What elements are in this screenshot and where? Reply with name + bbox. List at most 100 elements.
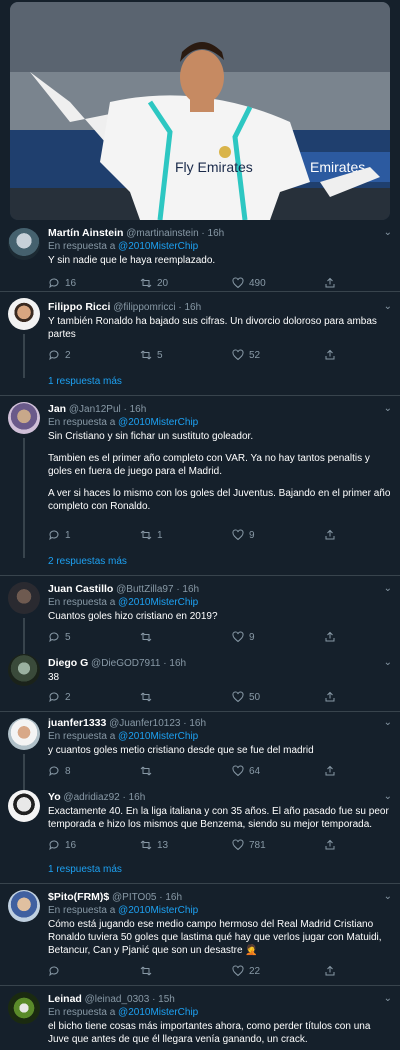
reply-button[interactable]: 1 — [48, 528, 71, 542]
share-button[interactable] — [324, 838, 336, 852]
mention-link[interactable]: @2010MisterChip — [118, 905, 198, 916]
author-handle[interactable]: @leinad_0303 — [85, 994, 150, 1005]
reply-button[interactable]: 2 — [48, 690, 71, 704]
retweet-button[interactable] — [140, 764, 157, 778]
like-button[interactable]: 9 — [232, 528, 255, 542]
retweet-button[interactable]: 20 — [140, 276, 168, 290]
tweet[interactable]: Yo @adridiaz92 · 16h ⌄ Exactamente 40. E… — [0, 786, 400, 884]
author-handle[interactable]: @Juanfer10123 — [109, 718, 180, 729]
chevron-down-icon[interactable]: ⌄ — [384, 992, 392, 1006]
like-button[interactable]: 781 — [232, 838, 266, 852]
timestamp[interactable]: · 16h — [201, 228, 224, 239]
share-button[interactable] — [324, 528, 336, 542]
author-handle[interactable]: @DieGOD7911 — [91, 658, 160, 669]
like-button[interactable]: 52 — [232, 348, 260, 362]
mention-link[interactable]: @2010MisterChip — [118, 241, 198, 252]
reply-button[interactable]: 5 — [48, 630, 71, 644]
author-name[interactable]: Diego G — [48, 657, 88, 669]
chevron-down-icon[interactable]: ⌄ — [384, 790, 392, 804]
timestamp[interactable]: · 16h — [159, 892, 182, 903]
retweet-button[interactable] — [140, 630, 157, 644]
show-more-replies-link[interactable]: 1 respuesta más — [48, 376, 122, 387]
share-button[interactable] — [324, 630, 336, 644]
share-button[interactable] — [324, 690, 336, 704]
author-name[interactable]: Martín Ainstein — [48, 227, 123, 239]
tweet[interactable]: Diego G @DieGOD7911 · 16h ⌄ 38 2 50 — [0, 650, 400, 712]
retweet-button[interactable]: 1 — [140, 528, 163, 542]
timestamp[interactable]: · 16h — [163, 658, 186, 669]
avatar[interactable] — [8, 890, 40, 922]
mention-link[interactable]: @2010MisterChip — [118, 417, 198, 428]
like-button[interactable]: 22 — [232, 964, 260, 978]
like-button[interactable]: 9 — [232, 630, 255, 644]
avatar[interactable] — [8, 298, 40, 330]
tweet-photo[interactable]: Emirates Fly Emirates — [10, 2, 390, 220]
author-handle[interactable]: @martinainstein — [126, 228, 198, 239]
retweet-button[interactable] — [140, 690, 157, 704]
reply-button[interactable]: 16 — [48, 276, 76, 290]
author-name[interactable]: Juan Castillo — [48, 583, 113, 595]
tweet-paragraph: Sin Cristiano y sin fichar un sustituto … — [48, 431, 254, 442]
heart-icon — [232, 691, 244, 703]
show-more-replies-link[interactable]: 2 respuestas más — [48, 556, 127, 567]
author-name[interactable]: Jan — [48, 403, 66, 415]
author-name[interactable]: Filippo Ricci — [48, 301, 110, 313]
chevron-down-icon[interactable]: ⌄ — [384, 226, 392, 240]
share-button[interactable] — [324, 348, 336, 362]
avatar[interactable] — [8, 582, 40, 614]
author-handle[interactable]: @Jan12Pul — [69, 404, 121, 415]
reply-button[interactable]: 16 — [48, 838, 76, 852]
reply-button[interactable]: 8 — [48, 764, 71, 778]
timestamp[interactable]: · 15h — [152, 994, 175, 1005]
chevron-down-icon[interactable]: ⌄ — [384, 582, 392, 596]
timestamp[interactable]: · 16h — [183, 718, 206, 729]
tweet[interactable]: Jan @Jan12Pul · 16h ⌄ En respuesta a @20… — [0, 396, 400, 576]
author-handle[interactable]: @ButtZilla97 — [116, 584, 173, 595]
like-button[interactable]: 50 — [232, 690, 260, 704]
tweet[interactable]: Filippo Ricci @filippomricci · 16h ⌄ Y t… — [0, 292, 400, 396]
tweet[interactable]: $Pito(FRM)$ @PITO05 · 16h ⌄ En respuesta… — [0, 884, 400, 986]
author-name[interactable]: Yo — [48, 791, 61, 803]
like-button[interactable]: 64 — [232, 764, 260, 778]
author-name[interactable]: juanfer1333 — [48, 717, 106, 729]
reply-button[interactable] — [48, 964, 65, 978]
mention-link[interactable]: @2010MisterChip — [118, 1007, 198, 1018]
like-count: 52 — [249, 349, 261, 361]
retweet-button[interactable]: 13 — [140, 838, 168, 852]
timestamp[interactable]: · 16h — [178, 302, 201, 313]
timestamp[interactable]: · 16h — [176, 584, 199, 595]
chevron-down-icon[interactable]: ⌄ — [384, 300, 392, 314]
chevron-down-icon[interactable]: ⌄ — [384, 890, 392, 904]
tweet[interactable]: juanfer1333 @Juanfer10123 · 16h ⌄ En res… — [0, 712, 400, 794]
author-name[interactable]: $Pito(FRM)$ — [48, 891, 109, 903]
mention-link[interactable]: @2010MisterChip — [118, 731, 198, 742]
reply-button[interactable]: 2 — [48, 348, 71, 362]
avatar[interactable] — [8, 790, 40, 822]
tweet[interactable]: Leinad @leinad_0303 · 15h ⌄ En respuesta… — [0, 986, 400, 1050]
share-button[interactable] — [324, 964, 336, 978]
avatar[interactable] — [8, 228, 40, 260]
timestamp[interactable]: · 16h — [123, 792, 146, 803]
avatar[interactable] — [8, 402, 40, 434]
timestamp[interactable]: · 16h — [124, 404, 147, 415]
author-handle[interactable]: @adridiaz92 — [63, 792, 119, 803]
tweet[interactable]: Juan Castillo @ButtZilla97 · 16h ⌄ En re… — [0, 576, 400, 658]
share-button[interactable] — [324, 764, 336, 778]
chevron-down-icon[interactable]: ⌄ — [384, 716, 392, 730]
tweet-paragraph: Tambien es el primer año completo con VA… — [48, 453, 370, 477]
like-button[interactable]: 490 — [232, 276, 266, 290]
author-handle[interactable]: @filippomricci — [113, 302, 175, 313]
share-button[interactable] — [324, 276, 336, 290]
retweet-button[interactable]: 5 — [140, 348, 163, 362]
author-name[interactable]: Leinad — [48, 993, 82, 1005]
chevron-down-icon[interactable]: ⌄ — [384, 656, 392, 670]
author-handle[interactable]: @PITO05 — [112, 892, 156, 903]
mention-link[interactable]: @2010MisterChip — [118, 597, 198, 608]
avatar[interactable] — [8, 992, 40, 1024]
retweet-button[interactable] — [140, 964, 157, 978]
chevron-down-icon[interactable]: ⌄ — [384, 402, 392, 416]
tweet[interactable]: Martín Ainstein @martinainstein · 16h ⌄ … — [0, 222, 400, 292]
avatar[interactable] — [8, 718, 40, 750]
show-more-replies-link[interactable]: 1 respuesta más — [48, 864, 122, 875]
avatar[interactable] — [8, 654, 40, 686]
